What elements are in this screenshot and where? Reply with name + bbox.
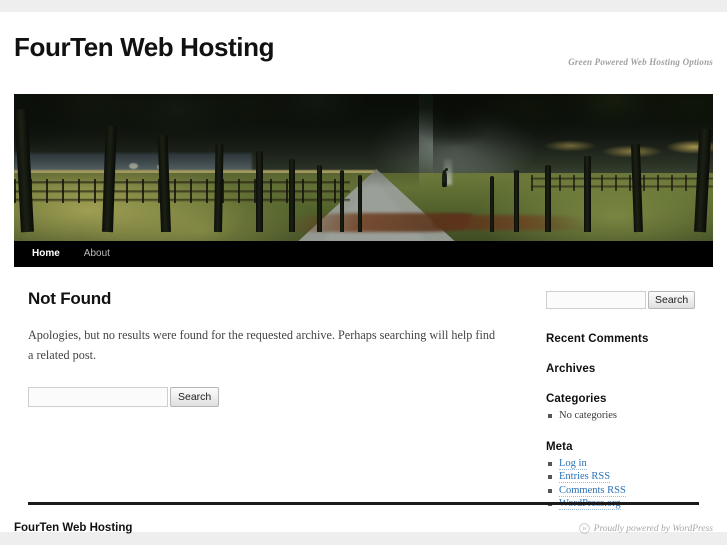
header-tree-trunk — [358, 175, 362, 232]
list-item[interactable]: Comments RSS — [546, 484, 716, 498]
widget-recent-comments: Recent Comments — [546, 333, 716, 345]
header-tree-trunk — [214, 144, 224, 232]
site-title-link[interactable]: FourTen Web Hosting — [14, 32, 274, 62]
page-sheet: FourTen Web Hosting Green Powered Web Ho… — [0, 12, 727, 532]
svg-text:W: W — [582, 527, 588, 533]
wordpress-logo-icon: W — [579, 523, 590, 534]
header-tree-trunk — [340, 170, 344, 232]
widget-meta: Meta Log in Entries RSS Comments RSS Wor… — [546, 441, 716, 511]
header-tree-trunk — [545, 165, 551, 233]
primary-content: Not Found Apologies, but no results were… — [28, 289, 513, 407]
list-item: No categories — [546, 409, 716, 423]
categories-list: No categories — [546, 409, 716, 423]
content-area: Not Found Apologies, but no results were… — [0, 267, 727, 502]
meta-link-login[interactable]: Log in — [559, 458, 587, 470]
not-found-message: Apologies, but no results were found for… — [28, 325, 498, 365]
footer-divider — [28, 502, 699, 505]
widget-title: Archives — [546, 363, 716, 375]
header-tree-trunk — [490, 176, 494, 232]
nav-list: Home About — [14, 241, 713, 267]
header-tree-trunk — [317, 165, 322, 233]
widget-title: Recent Comments — [546, 333, 716, 345]
header-tree-trunk — [584, 156, 591, 232]
site-footer: FourTen Web Hosting W Proudly powered by… — [0, 502, 727, 544]
header-image — [14, 94, 713, 241]
list-item[interactable]: Log in — [546, 457, 716, 471]
nav-item-about[interactable]: About — [72, 241, 122, 267]
header-walking-figure-head — [445, 168, 448, 171]
header-tree-trunk — [256, 151, 263, 232]
content-search-form[interactable]: Search — [28, 387, 513, 407]
header-tree-trunk — [514, 170, 519, 232]
header-walking-figure — [442, 170, 447, 187]
nav-item-home[interactable]: Home — [14, 241, 72, 267]
list-item[interactable]: Entries RSS — [546, 470, 716, 484]
widget-title: Meta — [546, 441, 716, 453]
footer-credit-text: Proudly powered by WordPress — [594, 524, 713, 534]
header-golden-foliage — [475, 135, 713, 164]
meta-link-comments-rss[interactable]: Comments RSS — [559, 485, 626, 497]
sidebar-search-input[interactable] — [546, 291, 646, 309]
header-fence-right — [531, 175, 713, 191]
widget-categories: Categories No categories — [546, 393, 716, 423]
sidebar-search-form[interactable]: Search — [546, 291, 716, 309]
sidebar: Search Recent Comments Archives Categori… — [546, 291, 716, 511]
page-wrapper: FourTen Web Hosting Green Powered Web Ho… — [0, 0, 727, 545]
site-description: Green Powered Web Hosting Options — [568, 57, 713, 67]
footer-credit[interactable]: W Proudly powered by WordPress — [579, 523, 713, 534]
footer-site-title[interactable]: FourTen Web Hosting — [14, 522, 132, 534]
widget-archives: Archives — [546, 363, 716, 375]
widget-title: Categories — [546, 393, 716, 405]
search-input[interactable] — [28, 387, 168, 407]
header-image-canvas — [14, 94, 713, 241]
sidebar-search-button[interactable]: Search — [648, 291, 695, 309]
search-button[interactable]: Search — [170, 387, 219, 407]
main-navigation[interactable]: Home About — [14, 241, 713, 267]
header-tree-trunk — [289, 159, 295, 233]
page-title: Not Found — [28, 289, 513, 309]
site-title[interactable]: FourTen Web Hosting — [14, 34, 274, 60]
site-masthead: FourTen Web Hosting Green Powered Web Ho… — [0, 12, 727, 82]
header-leaf-litter-right — [431, 215, 590, 230]
meta-link-entries-rss[interactable]: Entries RSS — [559, 471, 610, 483]
